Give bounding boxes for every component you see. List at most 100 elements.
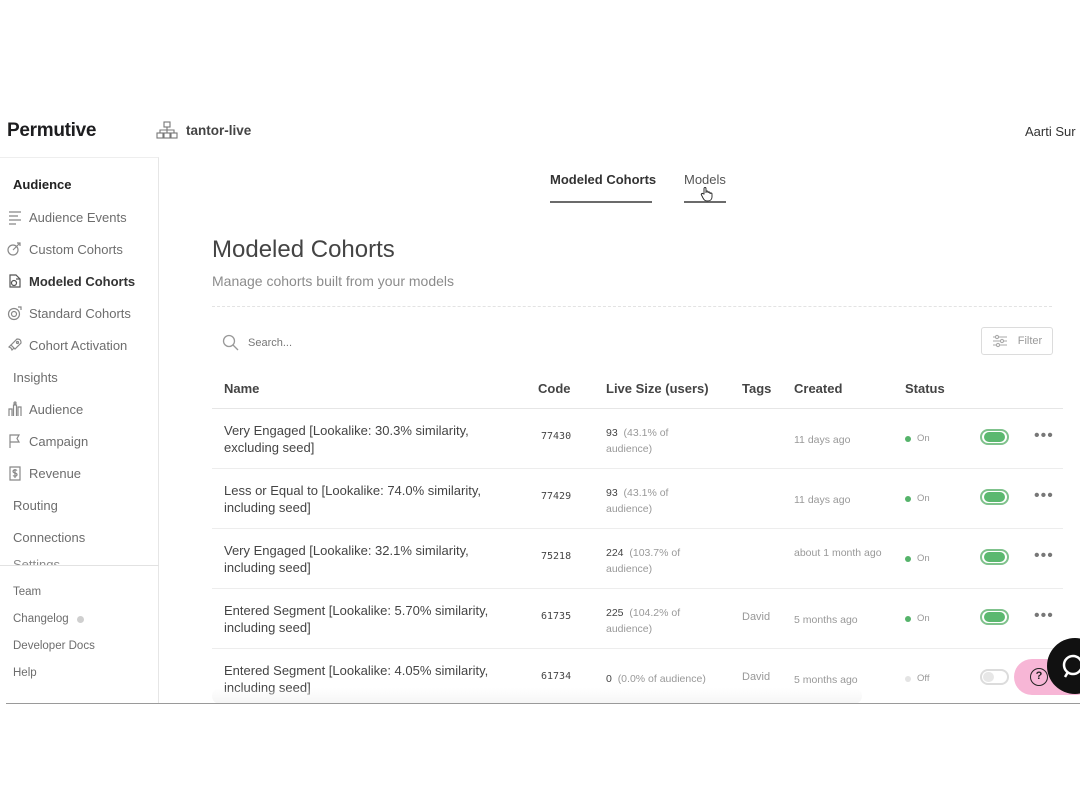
column-header-status[interactable]: Status — [905, 381, 945, 396]
sidebar-item-label: Revenue — [29, 465, 82, 481]
sidebar-item-cohort-activation[interactable]: Cohort Activation — [0, 333, 127, 357]
chat-icon — [1062, 654, 1080, 678]
workspace-switcher[interactable]: tantor-live — [156, 121, 251, 139]
scroll-fade — [212, 688, 862, 704]
size-value: 225 — [606, 607, 624, 619]
cohort-live-size: 93 (43.1% of audience) — [606, 485, 716, 517]
sidebar-item-revenue[interactable]: Revenue — [0, 461, 81, 485]
sidebar-item-routing[interactable]: Routing — [13, 493, 58, 517]
cohort-created: 5 months ago — [794, 674, 858, 686]
status-dot — [905, 495, 911, 502]
sidebar-item-audience-events[interactable]: Audience Events — [0, 205, 127, 229]
more-options-icon[interactable]: ••• — [1034, 607, 1054, 625]
sliders-icon — [992, 334, 1007, 348]
size-value: 0 — [606, 673, 612, 685]
rocket-icon — [4, 336, 26, 354]
bar-chart-icon — [4, 400, 26, 418]
tab-modeled-cohorts[interactable]: Modeled Cohorts — [550, 172, 656, 203]
cohort-toggle[interactable] — [980, 669, 1009, 685]
cohort-code: 77430 — [541, 431, 572, 442]
sidebar-item-label: Cohort Activation — [29, 337, 128, 353]
sidebar-item-connections[interactable]: Connections — [13, 525, 85, 549]
user-menu[interactable]: Aarti Sur — [1025, 124, 1076, 139]
sidebar-section-insights[interactable]: Insights — [13, 365, 58, 389]
app-window: Permutive tantor-live Aarti Sur Audience… — [0, 0, 1080, 810]
cohort-code: 77429 — [541, 491, 572, 502]
sidebar-item-label: Audience — [29, 401, 84, 417]
more-options-icon[interactable]: ••• — [1034, 547, 1054, 565]
cohort-created: 11 days ago — [794, 434, 851, 446]
filter-button[interactable]: Filter — [981, 327, 1053, 355]
sidebar-item-standard-cohorts[interactable]: Standard Cohorts — [0, 301, 131, 325]
sidebar-item-label: Audience Events — [29, 209, 127, 225]
table-row[interactable]: Less or Equal to [Lookalike: 74.0% simil… — [212, 469, 1063, 529]
list-icon — [4, 208, 26, 226]
search-input[interactable] — [248, 336, 448, 349]
sidebar-footer-team[interactable]: Team — [13, 586, 41, 598]
status-badge: Off — [905, 673, 930, 684]
pointer-hand-icon — [700, 187, 713, 202]
column-header-tags[interactable]: Tags — [742, 381, 771, 396]
sidebar-section-audience[interactable]: Audience — [13, 177, 72, 192]
table-header: Name Code Live Size (users) Tags Created… — [212, 380, 1063, 409]
column-header-created[interactable]: Created — [794, 381, 842, 396]
cohort-code: 75218 — [541, 551, 572, 562]
cohort-icon — [4, 240, 26, 258]
cohort-toggle[interactable] — [980, 549, 1009, 565]
status-badge: On — [905, 613, 930, 624]
status-dot — [905, 615, 911, 622]
sidebar-footer-help[interactable]: Help — [13, 667, 37, 679]
sidebar-item-campaign[interactable]: Campaign — [0, 429, 88, 453]
cohort-name[interactable]: Less or Equal to [Lookalike: 74.0% simil… — [224, 482, 514, 516]
sidebar-divider — [0, 565, 159, 566]
cohort-name[interactable]: Entered Segment [Lookalike: 5.70% simila… — [224, 602, 514, 636]
status-label: On — [917, 493, 930, 504]
workspace-name: tantor-live — [186, 122, 252, 138]
status-badge: On — [905, 493, 930, 504]
size-value: 224 — [606, 547, 624, 559]
size-value: 93 — [606, 427, 618, 439]
status-dot — [905, 675, 911, 682]
table-row[interactable]: Very Engaged [Lookalike: 30.3% similarit… — [212, 409, 1063, 469]
size-percent: (0.0% of audience) — [617, 673, 706, 685]
column-header-live-size[interactable]: Live Size (users) — [606, 381, 709, 396]
flag-icon — [4, 432, 26, 450]
table-row[interactable]: Very Engaged [Lookalike: 32.1% similarit… — [212, 529, 1063, 589]
more-options-icon[interactable]: ••• — [1034, 487, 1054, 505]
sidebar-item-settings[interactable]: Settings — [13, 557, 60, 565]
cohort-live-size: 225 (104.2% of audience) — [606, 605, 716, 637]
sidebar-item-label: Modeled Cohorts — [29, 273, 136, 289]
changelog-indicator — [76, 615, 84, 623]
cohort-toggle[interactable] — [980, 429, 1009, 445]
cohort-toggle[interactable] — [980, 609, 1009, 625]
dollar-icon — [4, 464, 26, 482]
column-header-name[interactable]: Name — [224, 381, 259, 396]
cohort-created: about 1 month ago — [794, 547, 882, 559]
cohort-code: 61734 — [541, 671, 572, 682]
status-badge: On — [905, 553, 930, 564]
cohort-live-size: 0 (0.0% of audience) — [606, 671, 716, 687]
search-bar[interactable] — [222, 334, 448, 351]
sidebar-item-label: Custom Cohorts — [29, 241, 123, 257]
sidebar-item-modeled-cohorts[interactable]: Modeled Cohorts — [0, 269, 135, 293]
cohort-name[interactable]: Very Engaged [Lookalike: 30.3% similarit… — [224, 422, 514, 456]
sidebar-item-custom-cohorts[interactable]: Custom Cohorts — [0, 237, 123, 261]
sidebar: Audience Audience Events Custom Cohorts … — [0, 157, 159, 704]
sidebar-footer-developer-docs[interactable]: Developer Docs — [13, 640, 95, 652]
table-row[interactable]: Entered Segment [Lookalike: 5.70% simila… — [212, 589, 1063, 649]
column-header-code[interactable]: Code — [538, 381, 571, 396]
filter-label: Filter — [1017, 335, 1043, 347]
status-dot — [905, 435, 911, 442]
cohort-name[interactable]: Very Engaged [Lookalike: 32.1% similarit… — [224, 542, 514, 576]
size-value: 93 — [606, 487, 618, 499]
modeled-cohort-icon — [4, 272, 26, 290]
page-subtitle: Manage cohorts built from your models — [212, 273, 454, 289]
cohort-toggle[interactable] — [980, 489, 1009, 505]
workspace-hierarchy-icon — [156, 121, 178, 139]
brand-logo[interactable]: Permutive — [7, 120, 96, 142]
cohort-live-size: 224 (103.7% of audience) — [606, 545, 716, 577]
sidebar-item-insights-audience[interactable]: Audience — [0, 397, 83, 421]
sidebar-footer-changelog[interactable]: Changelog — [13, 613, 84, 625]
changelog-label: Changelog — [13, 613, 69, 625]
more-options-icon[interactable]: ••• — [1034, 427, 1054, 445]
